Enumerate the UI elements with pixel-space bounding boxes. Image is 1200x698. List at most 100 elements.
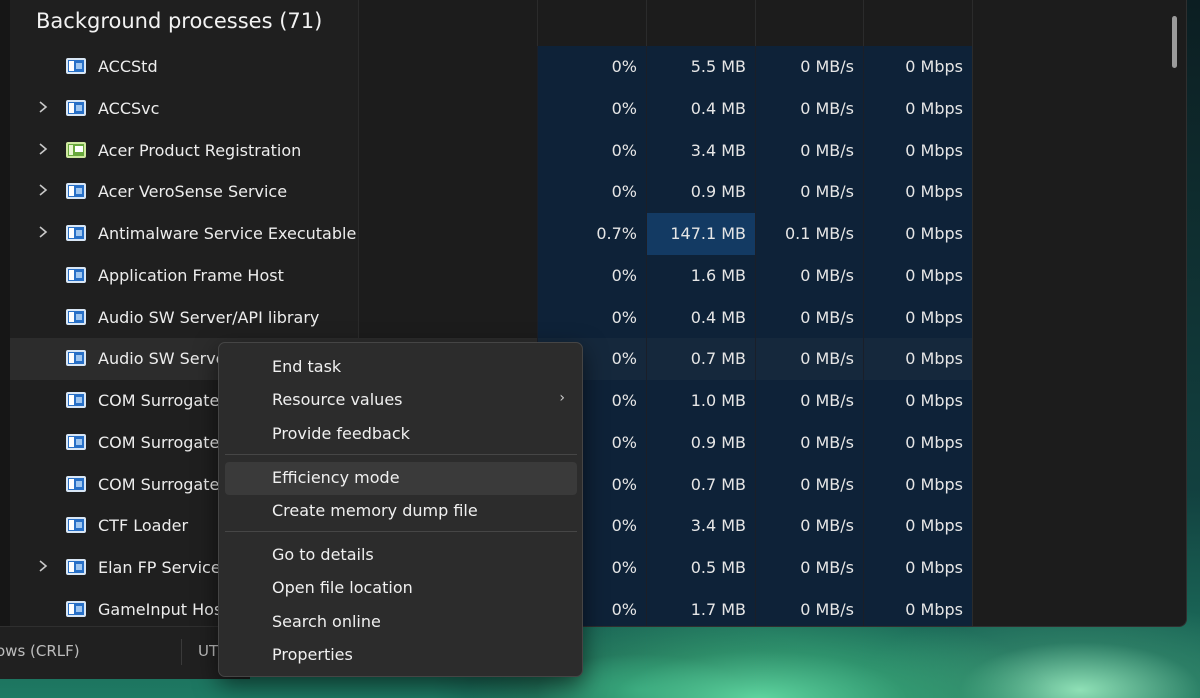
process-row[interactable]: Acer VeroSense Service 0% 0.9 MB 0 MB/s 0 Mb… [10, 171, 972, 213]
disk-cell: 0 MB/s [755, 171, 863, 213]
cpu-cell: 0.7% [537, 213, 646, 255]
menu-separator [225, 531, 577, 532]
menu-item-properties[interactable]: Properties [225, 639, 577, 672]
menu-item-label: End task [272, 357, 342, 376]
menu-item-label: Go to details [272, 545, 374, 564]
process-row[interactable]: ACCStd 0% 5.5 MB 0 MB/s 0 Mbps [10, 46, 972, 88]
network-cell: 0 Mbps [863, 87, 972, 130]
network-cell: 0 Mbps [863, 588, 972, 626]
process-name: Application Frame Host [98, 265, 284, 285]
menu-item-resource-values[interactable]: Resource values › [225, 384, 577, 417]
app-window-icon [66, 225, 86, 241]
network-cell: 0 Mbps [863, 547, 972, 589]
chevron-right-icon[interactable] [36, 97, 50, 117]
disk-cell: 0 MB/s [755, 588, 863, 626]
menu-item-search-online[interactable]: Search online [225, 606, 577, 639]
process-row[interactable]: Audio SW Server/API library 0% 0.4 MB 0 MB/… [10, 296, 972, 339]
menu-item-label: Properties [272, 645, 353, 664]
chevron-right-icon[interactable] [36, 222, 50, 242]
process-row[interactable]: Application Frame Host 0% 1.6 MB 0 MB/s 0 Mb… [10, 254, 972, 297]
network-cell: 0 Mbps [863, 505, 972, 547]
window-left-edge [0, 0, 10, 626]
cpu-cell: 0% [537, 87, 646, 130]
network-cell: 0 Mbps [863, 171, 972, 213]
menu-item-label: Create memory dump file [272, 501, 478, 520]
disk-cell: 0 MB/s [755, 547, 863, 589]
network-cell: 0 Mbps [863, 338, 972, 380]
chevron-right-icon: › [559, 390, 565, 406]
memory-cell: 0.9 MB [646, 421, 755, 464]
memory-cell: 3.4 MB [646, 505, 755, 547]
process-name: GameInput Hos [98, 599, 223, 619]
memory-cell: 1.0 MB [646, 380, 755, 422]
memory-cell: 1.7 MB [646, 588, 755, 626]
menu-item-create-memory-dump-file[interactable]: Create memory dump file [225, 495, 577, 528]
cpu-cell: 0% [537, 254, 646, 297]
app-window-icon [66, 392, 86, 408]
memory-cell: 3.4 MB [646, 129, 755, 172]
encoding-indicator[interactable]: UT [198, 642, 218, 660]
memory-cell: 1.6 MB [646, 254, 755, 297]
context-menu: End task Resource values › Provide feedback… [218, 342, 583, 677]
statusbar-divider [181, 639, 182, 665]
disk-cell: 0 MB/s [755, 380, 863, 422]
process-name: COM Surrogate [98, 432, 220, 452]
process-name: COM Surrogate [98, 474, 220, 494]
memory-cell: 5.5 MB [646, 46, 755, 88]
menu-item-label: Resource values [272, 390, 403, 409]
cpu-cell: 0% [537, 129, 646, 172]
disk-cell: 0 MB/s [755, 338, 863, 380]
memory-cell: 0.7 MB [646, 338, 755, 380]
cpu-cell: 0% [537, 296, 646, 339]
background-editor-statusbar: ows (CRLF) UT [0, 626, 250, 679]
task-manager-window: Background processes (71) ACCStd 0% 5.5 MB… [0, 0, 1187, 627]
process-row[interactable]: ACCSvc 0% 0.4 MB 0 MB/s 0 Mbps [10, 87, 972, 130]
app-window-icon [66, 99, 86, 116]
scrollbar-thumb[interactable] [1172, 16, 1177, 68]
app-window-icon [66, 559, 86, 575]
process-row[interactable]: Antimalware Service Executable 0.7% 147.1 … [10, 213, 972, 255]
app-window-icon [66, 308, 86, 325]
network-cell: 0 Mbps [863, 46, 972, 88]
chevron-right-icon[interactable] [36, 180, 50, 200]
memory-cell: 0.7 MB [646, 463, 755, 506]
line-ending-indicator[interactable]: ows (CRLF) [0, 642, 80, 660]
process-name: Antimalware Service Executable [98, 224, 357, 243]
app-window-icon [66, 600, 86, 617]
menu-item-label: Provide feedback [272, 424, 410, 443]
memory-cell: 147.1 MB [646, 213, 755, 255]
app-window-icon [66, 517, 86, 534]
app-window-icon [66, 433, 86, 450]
chevron-right-icon[interactable] [36, 139, 50, 159]
memory-cell: 0.4 MB [646, 296, 755, 339]
network-cell: 0 Mbps [863, 463, 972, 506]
menu-separator [225, 454, 577, 455]
process-name: Acer Product Registration [98, 140, 302, 160]
disk-cell: 0 MB/s [755, 87, 863, 130]
cpu-cell: 0% [537, 46, 646, 88]
menu-item-provide-feedback[interactable]: Provide feedback [225, 418, 577, 451]
app-window-icon [66, 266, 86, 283]
app-window-icon [66, 350, 86, 367]
process-name: Acer VeroSense Service [98, 182, 288, 202]
menu-item-end-task[interactable]: End task [225, 351, 577, 384]
network-cell: 0 Mbps [863, 254, 972, 297]
process-row[interactable]: Acer Product Registration 0% 3.4 MB 0 MB/s 0… [10, 129, 972, 172]
process-name: ACCSvc [98, 98, 160, 118]
process-name: Audio SW Serve [98, 349, 226, 369]
network-cell: 0 Mbps [863, 380, 972, 422]
chevron-right-icon[interactable] [36, 556, 50, 576]
network-cell: 0 Mbps [863, 296, 972, 339]
menu-item-go-to-details[interactable]: Go to details [225, 539, 577, 572]
memory-cell: 0.4 MB [646, 87, 755, 130]
memory-cell: 0.9 MB [646, 171, 755, 213]
menu-item-label: Open file location [272, 578, 413, 597]
menu-item-efficiency-mode[interactable]: Efficiency mode [225, 462, 577, 495]
process-name: ACCStd [98, 57, 158, 76]
disk-cell: 0 MB/s [755, 463, 863, 506]
disk-cell: 0 MB/s [755, 254, 863, 297]
disk-cell: 0 MB/s [755, 421, 863, 464]
menu-item-label: Search online [272, 612, 381, 631]
menu-item-open-file-location[interactable]: Open file location [225, 572, 577, 605]
network-cell: 0 Mbps [863, 213, 972, 255]
